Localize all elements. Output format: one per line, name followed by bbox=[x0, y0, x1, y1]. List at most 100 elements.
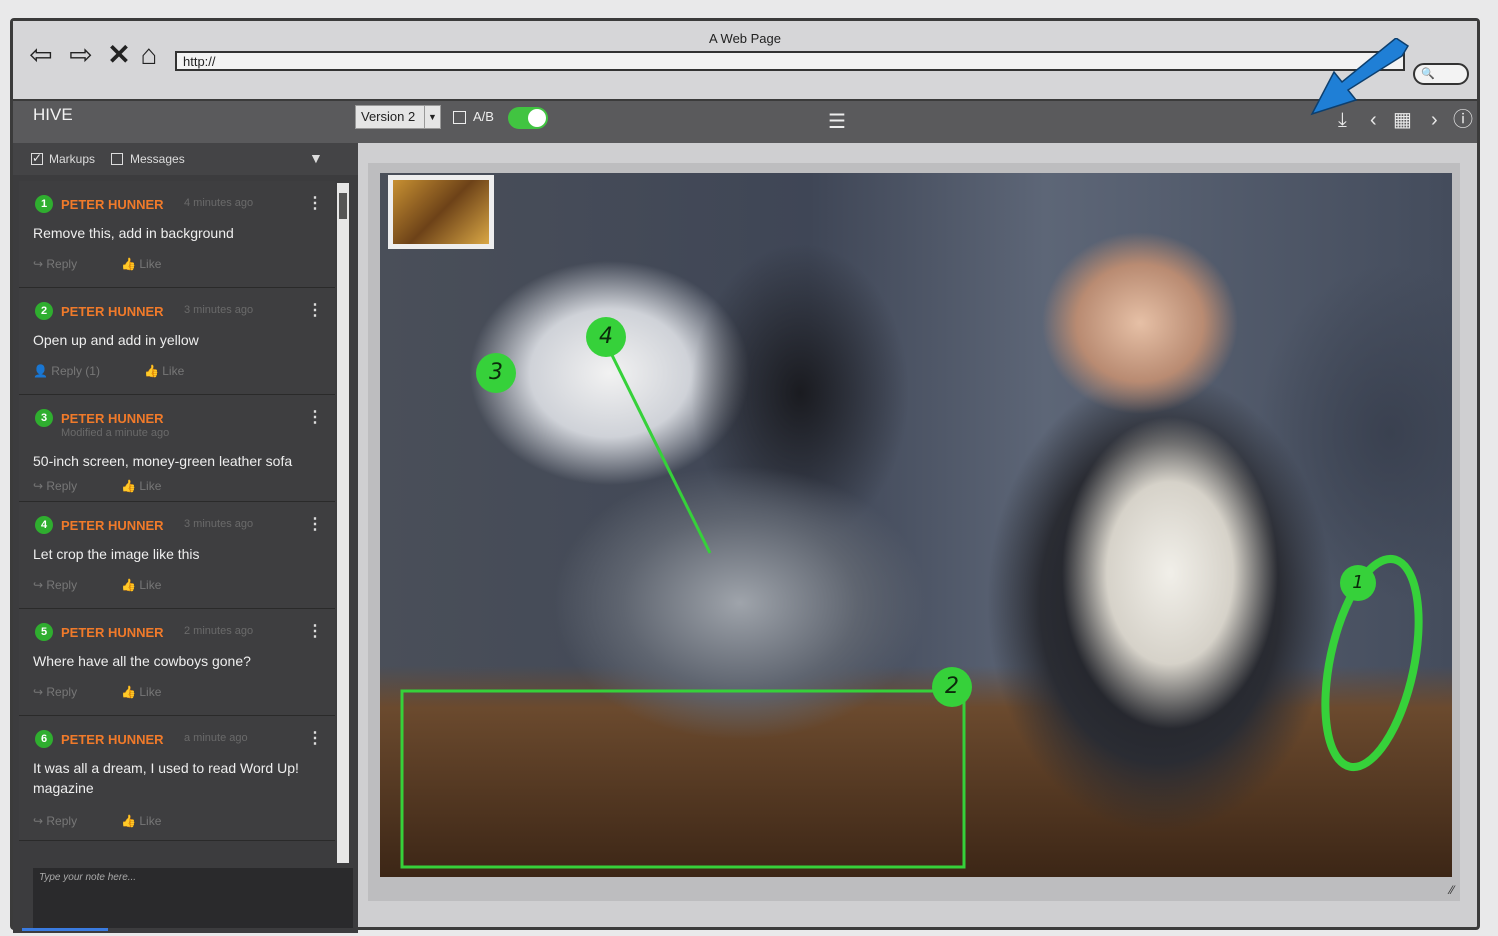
markup-overlay bbox=[400, 342, 1423, 869]
forward-arrow-icon[interactable]: ⇨ bbox=[65, 41, 97, 69]
reply-label: Reply bbox=[46, 257, 78, 271]
comment-text: It was all a dream, I used to read Word … bbox=[33, 760, 299, 796]
comment-text: Let crop the image like this bbox=[33, 546, 200, 562]
note-input[interactable]: Type your note here... bbox=[33, 868, 353, 928]
comment-text: Remove this, add in background bbox=[33, 225, 234, 241]
version-thumbnail[interactable] bbox=[388, 175, 494, 249]
reply-button[interactable]: ↪ Reply bbox=[33, 578, 99, 592]
reply-label: Reply (1) bbox=[51, 364, 100, 378]
more-options-icon[interactable]: ⋮ bbox=[307, 621, 323, 641]
comment-item[interactable]: 4 PETER HUNNER 3 minutes ago ⋮ Let crop … bbox=[19, 502, 335, 609]
reply-label: Reply bbox=[46, 685, 78, 699]
comment-time: a minute ago bbox=[184, 732, 248, 744]
comment-number-badge: 3 bbox=[35, 409, 53, 427]
info-icon[interactable]: ⓘ bbox=[1453, 109, 1473, 131]
comment-item[interactable]: 3 PETER HUNNER Modified a minute ago ⋮ 5… bbox=[19, 395, 335, 502]
like-button[interactable]: 👍 Like bbox=[121, 578, 183, 592]
markup-image[interactable]: 3 4 2 1 bbox=[380, 173, 1452, 877]
ab-label: A/B bbox=[473, 109, 494, 124]
version-select[interactable]: Version 2 ▼ bbox=[355, 105, 441, 129]
like-label: Like bbox=[139, 814, 162, 828]
markup-marker-2[interactable]: 2 bbox=[932, 667, 972, 707]
like-label: Like bbox=[139, 578, 162, 592]
more-options-icon[interactable]: ⋮ bbox=[307, 193, 323, 213]
like-button[interactable]: 👍 Like bbox=[121, 479, 183, 493]
reply-label: Reply bbox=[46, 479, 78, 493]
comment-text: Where have all the cowboys gone? bbox=[33, 653, 251, 669]
version-selected-label: Version 2 bbox=[361, 109, 416, 124]
browser-search-box[interactable]: 🔍 bbox=[1413, 63, 1469, 85]
comment-text: 50-inch screen, money-green leather sofa bbox=[33, 453, 293, 469]
comment-scrollbar[interactable] bbox=[337, 183, 349, 863]
filter-icon[interactable]: ▼ bbox=[309, 150, 323, 166]
like-button[interactable]: 👍 Like bbox=[121, 814, 183, 828]
reply-button[interactable]: 👤 Reply (1) bbox=[33, 364, 122, 378]
comment-author: PETER HUNNER bbox=[61, 197, 164, 212]
comment-time: 2 minutes ago bbox=[184, 625, 254, 637]
comment-number-badge: 4 bbox=[35, 516, 53, 534]
chevron-down-icon: ▼ bbox=[424, 106, 440, 128]
reply-label: Reply bbox=[46, 578, 78, 592]
comment-item[interactable]: 2 PETER HUNNER 3 minutes ago ⋮ Open up a… bbox=[19, 288, 335, 395]
reply-label: Reply bbox=[46, 814, 78, 828]
ab-checkbox[interactable] bbox=[453, 111, 466, 124]
like-label: Like bbox=[139, 257, 162, 271]
scrollbar-thumb[interactable] bbox=[339, 193, 347, 219]
markup-marker-4[interactable]: 4 bbox=[586, 317, 626, 357]
comment-item[interactable]: 5 PETER HUNNER 2 minutes ago ⋮ Where hav… bbox=[19, 609, 335, 716]
markups-checkbox[interactable] bbox=[31, 151, 43, 165]
close-icon[interactable]: ✕ bbox=[103, 41, 135, 69]
like-label: Like bbox=[162, 364, 185, 378]
blue-arrow-annotation bbox=[1310, 38, 1410, 116]
more-options-icon[interactable]: ⋮ bbox=[307, 728, 323, 748]
reply-button[interactable]: ↪ Reply bbox=[33, 685, 99, 699]
markup-marker-1[interactable]: 1 bbox=[1340, 565, 1376, 601]
chevron-right-icon[interactable]: › bbox=[1431, 109, 1438, 131]
comment-time: 3 minutes ago bbox=[184, 304, 254, 316]
comment-time: 4 minutes ago bbox=[184, 197, 254, 209]
image-canvas: 3 4 2 1 ⁄⁄ bbox=[368, 163, 1460, 901]
messages-checkbox[interactable] bbox=[111, 153, 123, 165]
comment-number-badge: 1 bbox=[35, 195, 53, 213]
comment-number-badge: 2 bbox=[35, 302, 53, 320]
app-toolbar: HIVE Version 2 ▼ A/B ☰ ⤓ ‹ ▦ › ⓘ bbox=[13, 101, 1477, 143]
messages-label: Messages bbox=[130, 152, 185, 166]
reply-button[interactable]: ↪ Reply bbox=[33, 479, 99, 493]
markups-label: Markups bbox=[49, 152, 96, 166]
window-title: A Web Page bbox=[708, 31, 782, 46]
comment-text: Open up and add in yellow bbox=[33, 332, 199, 348]
like-button[interactable]: 👍 Like bbox=[144, 364, 206, 378]
browser-chrome: A Web Page ⇦ ⇨ ✕ ⌂ http:// 🔍 bbox=[13, 21, 1477, 101]
comment-item[interactable]: 6 PETER HUNNER a minute ago ⋮ It was all… bbox=[19, 716, 335, 841]
comment-number-badge: 6 bbox=[35, 730, 53, 748]
loading-progress bbox=[22, 928, 108, 931]
comment-list: 1 PETER HUNNER 4 minutes ago ⋮ Remove th… bbox=[19, 181, 335, 873]
comment-author: PETER HUNNER bbox=[61, 625, 164, 640]
comment-number-badge: 5 bbox=[35, 623, 53, 641]
like-button[interactable]: 👍 Like bbox=[121, 257, 183, 271]
thumbnail-image bbox=[393, 180, 489, 244]
markup-marker-3[interactable]: 3 bbox=[476, 353, 516, 393]
more-options-icon[interactable]: ⋮ bbox=[307, 407, 323, 427]
comment-item[interactable]: 1 PETER HUNNER 4 minutes ago ⋮ Remove th… bbox=[19, 181, 335, 288]
browser-window: A Web Page ⇦ ⇨ ✕ ⌂ http:// 🔍 HIVE Versio… bbox=[10, 18, 1480, 933]
home-icon[interactable]: ⌂ bbox=[133, 41, 165, 69]
reply-button[interactable]: ↪ Reply bbox=[33, 257, 99, 271]
comment-author: PETER HUNNER bbox=[61, 304, 164, 319]
ab-toggle[interactable] bbox=[508, 107, 548, 129]
markup-crop-rect[interactable] bbox=[400, 689, 966, 869]
like-button[interactable]: 👍 Like bbox=[121, 685, 183, 699]
more-options-icon[interactable]: ⋮ bbox=[307, 514, 323, 534]
back-arrow-icon[interactable]: ⇦ bbox=[25, 41, 57, 69]
more-options-icon[interactable]: ⋮ bbox=[307, 300, 323, 320]
comment-time: 3 minutes ago bbox=[184, 518, 254, 530]
filter-bar: Markups Messages ▼ bbox=[13, 143, 358, 175]
like-label: Like bbox=[139, 479, 162, 493]
search-icon: 🔍 bbox=[1421, 68, 1435, 80]
url-input[interactable]: http:// bbox=[175, 51, 1405, 71]
resize-handle-icon[interactable]: ⁄⁄ bbox=[1450, 883, 1454, 897]
reply-button[interactable]: ↪ Reply bbox=[33, 814, 99, 828]
comment-author: PETER HUNNER bbox=[61, 411, 164, 426]
sliders-icon[interactable]: ☰ bbox=[828, 109, 846, 134]
app-name: HIVE bbox=[33, 105, 73, 124]
